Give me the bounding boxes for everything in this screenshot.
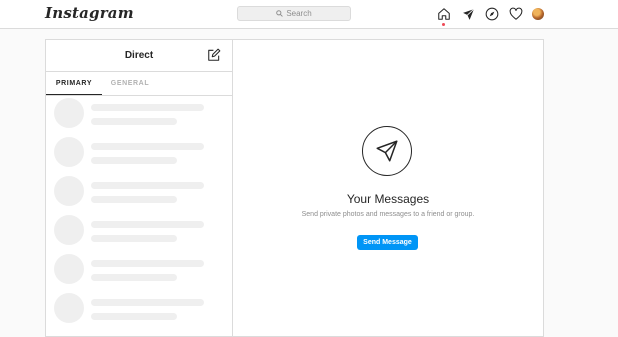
text-placeholder xyxy=(91,235,177,242)
text-placeholder xyxy=(91,299,204,306)
top-nav-bar: Instagram Search xyxy=(0,0,618,29)
inbox-title: Direct xyxy=(124,50,154,61)
avatar-placeholder xyxy=(54,98,84,128)
text-placeholder xyxy=(91,104,204,111)
instagram-logo[interactable]: Instagram xyxy=(45,4,134,22)
list-item xyxy=(54,215,224,249)
inbox-header: Direct xyxy=(46,40,232,72)
list-item xyxy=(54,254,224,288)
text-placeholder xyxy=(91,157,177,164)
avatar-placeholder xyxy=(54,176,84,206)
explore-icon[interactable] xyxy=(484,6,500,22)
list-item xyxy=(54,98,224,132)
list-item xyxy=(54,137,224,171)
list-item xyxy=(54,293,224,327)
text-placeholder xyxy=(91,274,177,281)
text-placeholder xyxy=(91,143,204,150)
home-icon[interactable] xyxy=(436,6,452,22)
text-placeholder xyxy=(91,118,177,125)
direct-container: Direct PRIMARY GENERAL Your Messages Sen… xyxy=(45,39,544,337)
text-placeholder xyxy=(91,221,204,228)
text-placeholder xyxy=(91,196,177,203)
activity-heart-icon[interactable] xyxy=(508,6,524,22)
search-placeholder: Search xyxy=(286,9,312,18)
avatar-placeholder xyxy=(54,293,84,323)
inbox-pane: Direct PRIMARY GENERAL xyxy=(46,40,233,336)
compose-icon[interactable] xyxy=(207,48,221,62)
send-message-button[interactable]: Send Message xyxy=(357,235,418,250)
paper-plane-icon xyxy=(362,126,412,176)
search-icon xyxy=(276,10,284,17)
avatar-placeholder xyxy=(54,215,84,245)
empty-state-subtitle: Send private photos and messages to a fr… xyxy=(301,211,475,218)
nav-icons xyxy=(436,6,546,22)
tab-general[interactable]: GENERAL xyxy=(102,72,158,95)
direct-icon[interactable] xyxy=(460,6,476,22)
tab-primary[interactable]: PRIMARY xyxy=(46,72,102,95)
text-placeholder xyxy=(91,260,204,267)
text-placeholder xyxy=(91,313,177,320)
profile-avatar[interactable] xyxy=(532,8,544,20)
avatar-placeholder xyxy=(54,137,84,167)
list-item xyxy=(54,176,224,210)
search-input[interactable]: Search xyxy=(237,6,351,21)
message-pane: Your Messages Send private photos and me… xyxy=(233,40,543,336)
avatar-placeholder xyxy=(54,254,84,284)
empty-state-title: Your Messages xyxy=(346,192,430,206)
text-placeholder xyxy=(91,182,204,189)
active-indicator xyxy=(442,23,445,26)
inbox-tabs: PRIMARY GENERAL xyxy=(46,72,232,96)
